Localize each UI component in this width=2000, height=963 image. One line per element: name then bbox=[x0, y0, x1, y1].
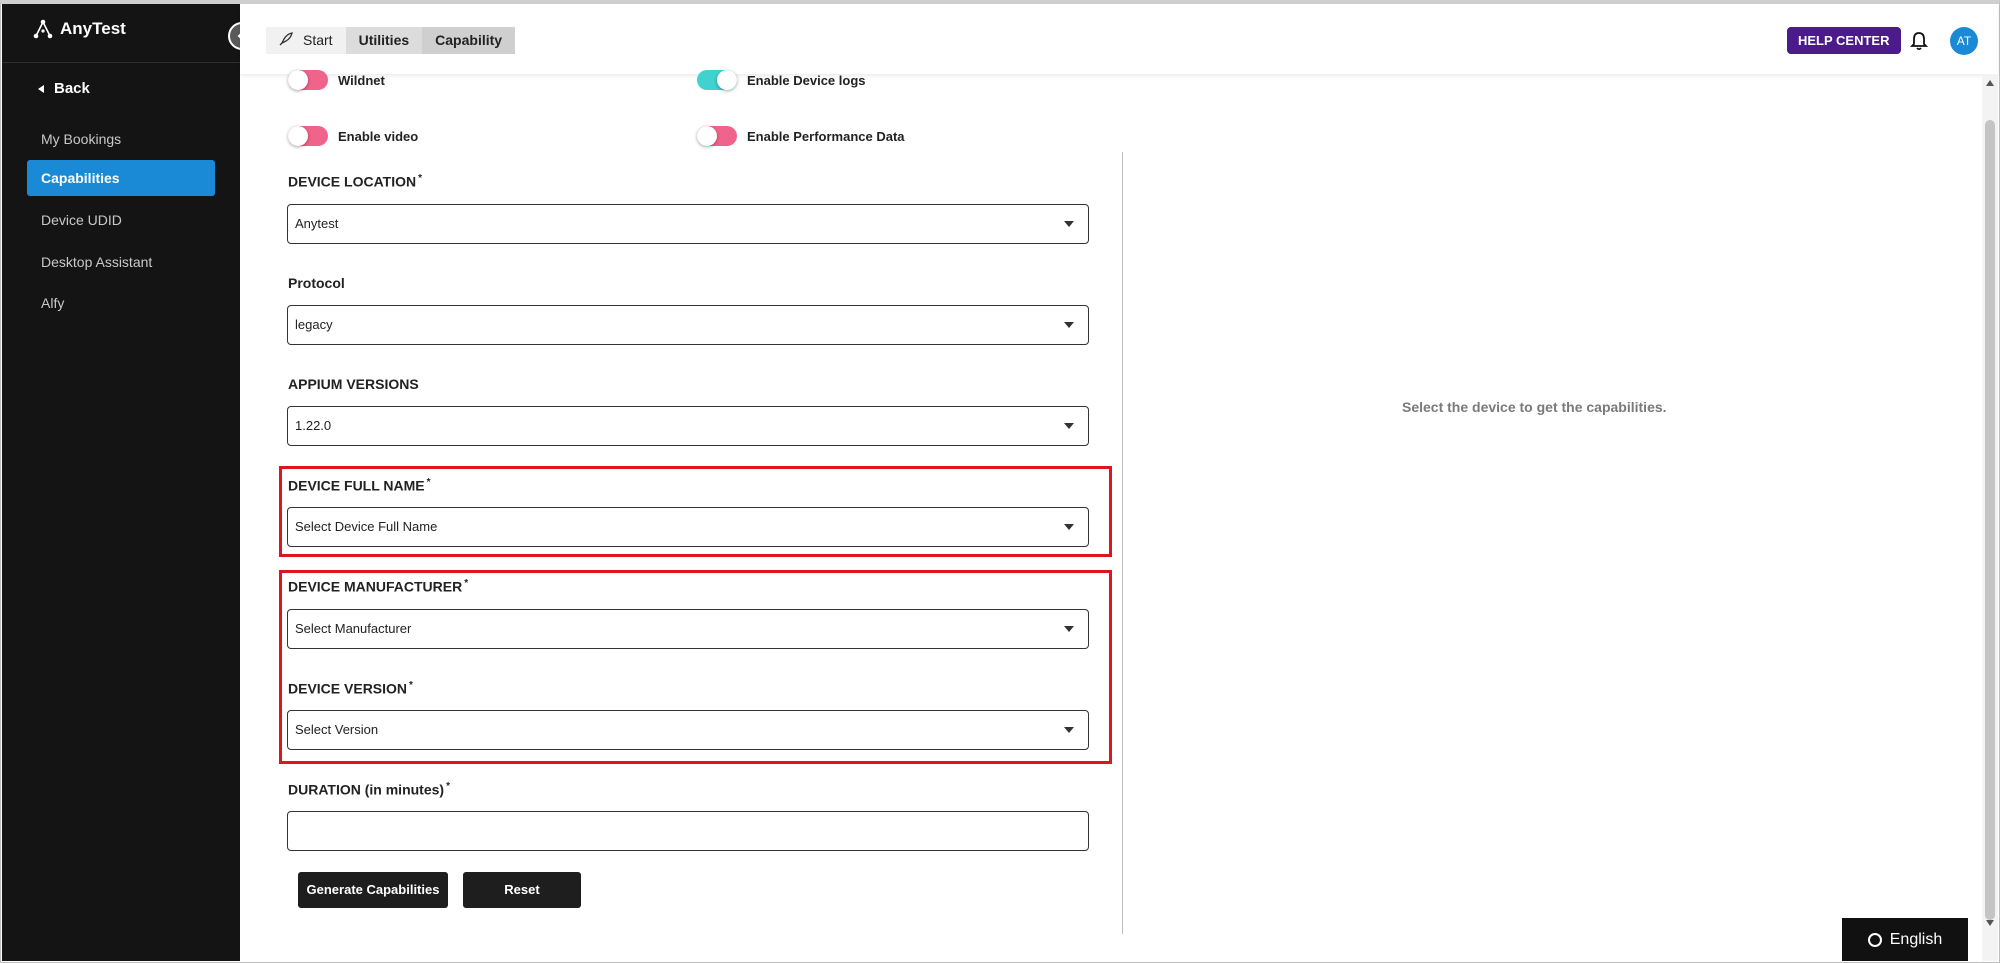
reset-button[interactable]: Reset bbox=[463, 872, 581, 908]
capabilities-empty-message: Select the device to get the capabilitie… bbox=[1402, 399, 1667, 415]
back-arrow-icon bbox=[38, 84, 44, 93]
anytest-logo-icon bbox=[33, 19, 53, 39]
app-logo[interactable]: AnyTest bbox=[32, 18, 126, 40]
top-bar: Start Utilities Capability HELP CENTER A… bbox=[240, 4, 1998, 74]
device-version-placeholder: Select Version bbox=[295, 722, 379, 737]
chevron-down-icon bbox=[1064, 524, 1074, 530]
rocket-icon bbox=[279, 28, 293, 55]
chevron-down-icon bbox=[1064, 221, 1074, 227]
sidebar-item-capabilities[interactable]: Capabilities bbox=[27, 160, 215, 196]
toggle-label: Enable video bbox=[338, 128, 419, 144]
language-label: English bbox=[1889, 930, 1943, 948]
toggle-enable-device-logs[interactable]: Enable Device logs bbox=[697, 70, 866, 90]
device-full-name-select[interactable]: Select Device Full Name bbox=[287, 507, 1089, 547]
avatar[interactable]: AT bbox=[1950, 27, 1978, 55]
sidebar-item-alfy[interactable]: Alfy bbox=[27, 285, 215, 321]
tab-start-label: Start bbox=[303, 32, 333, 48]
appium-versions-select[interactable]: 1.22.0 bbox=[287, 406, 1089, 446]
duration-input[interactable] bbox=[287, 811, 1089, 851]
sidebar-item-device-udid[interactable]: Device UDID bbox=[27, 202, 215, 238]
protocol-select[interactable]: legacy bbox=[287, 305, 1089, 345]
device-location-value: Anytest bbox=[295, 216, 339, 231]
toggle-switch[interactable] bbox=[697, 70, 737, 90]
tab-start[interactable]: Start bbox=[266, 27, 346, 54]
scroll-down-icon[interactable] bbox=[1986, 920, 1994, 926]
back-link[interactable]: Back bbox=[38, 80, 90, 97]
device-manufacturer-label: DEVICE MANUFACTURER * bbox=[288, 578, 469, 595]
tab-capability[interactable]: Capability bbox=[422, 27, 516, 54]
protocol-label: Protocol bbox=[288, 275, 345, 291]
duration-label: DURATION (in minutes) * bbox=[288, 781, 450, 798]
appium-versions-label: APPIUM VERSIONS bbox=[288, 376, 419, 392]
device-version-label: DEVICE VERSION * bbox=[288, 680, 413, 697]
globe-icon bbox=[1867, 932, 1882, 947]
chevron-down-icon bbox=[1064, 322, 1074, 328]
breadcrumb-tabs: Start Utilities Capability bbox=[266, 27, 516, 54]
toggle-switch[interactable] bbox=[697, 126, 737, 146]
toggle-label: Enable Performance Data bbox=[747, 128, 905, 144]
toggle-switch[interactable] bbox=[288, 126, 328, 146]
scrollbar-thumb[interactable] bbox=[1985, 120, 1995, 920]
toggle-switch[interactable] bbox=[288, 70, 328, 90]
device-full-name-label: DEVICE FULL NAME * bbox=[288, 477, 431, 494]
chevron-down-icon bbox=[1064, 423, 1074, 429]
toggle-label: Wildnet bbox=[338, 72, 385, 88]
scroll-up-icon[interactable] bbox=[1986, 80, 1994, 86]
device-location-select[interactable]: Anytest bbox=[287, 204, 1089, 244]
tab-utilities[interactable]: Utilities bbox=[345, 27, 423, 54]
toggle-enable-video[interactable]: Enable video bbox=[288, 126, 418, 146]
device-manufacturer-select[interactable]: Select Manufacturer bbox=[287, 609, 1089, 649]
chevron-down-icon bbox=[1064, 626, 1074, 632]
generate-capabilities-button[interactable]: Generate Capabilities bbox=[298, 872, 448, 908]
capability-form: Wildnet Enable Device logs Enable video … bbox=[240, 70, 1122, 963]
appium-versions-value: 1.22.0 bbox=[295, 418, 332, 433]
device-manufacturer-placeholder: Select Manufacturer bbox=[295, 621, 412, 636]
back-label: Back bbox=[54, 80, 90, 97]
protocol-value: legacy bbox=[295, 317, 333, 332]
toggle-label: Enable Device logs bbox=[747, 72, 866, 88]
toggle-wildnet[interactable]: Wildnet bbox=[288, 70, 385, 90]
device-location-label: DEVICE LOCATION * bbox=[288, 173, 422, 190]
bell-icon[interactable] bbox=[1910, 31, 1928, 51]
sidebar-divider bbox=[2, 62, 240, 63]
language-selector[interactable]: English bbox=[1842, 918, 1968, 961]
device-full-name-placeholder: Select Device Full Name bbox=[295, 519, 438, 534]
sidebar-item-desktop-assistant[interactable]: Desktop Assistant bbox=[27, 244, 215, 280]
toggle-enable-performance-data[interactable]: Enable Performance Data bbox=[697, 126, 905, 146]
device-version-select[interactable]: Select Version bbox=[287, 710, 1089, 750]
chevron-down-icon bbox=[1064, 727, 1074, 733]
app-name: AnyTest bbox=[60, 19, 126, 38]
sidebar: AnyTest Back My Bookings Capabilities De… bbox=[2, 4, 240, 961]
sidebar-item-my-bookings[interactable]: My Bookings bbox=[27, 121, 215, 157]
help-center-button[interactable]: HELP CENTER bbox=[1787, 27, 1901, 54]
panel-divider bbox=[1122, 152, 1123, 934]
